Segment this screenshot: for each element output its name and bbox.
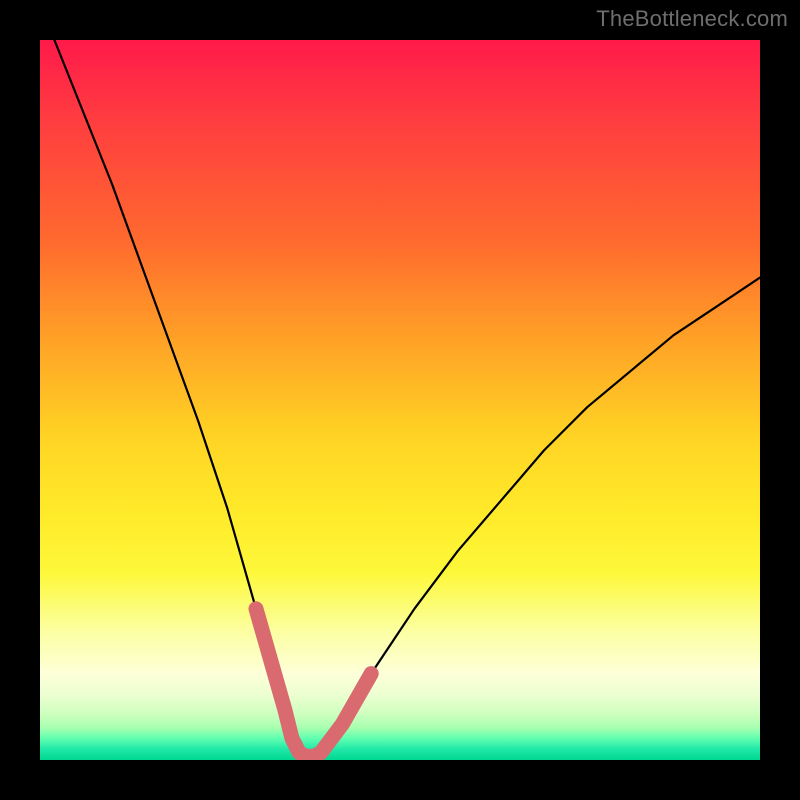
chart-frame: TheBottleneck.com — [0, 0, 800, 800]
curve-svg — [40, 40, 760, 760]
plot-area — [40, 40, 760, 760]
bottleneck-curve — [54, 40, 760, 756]
left-highlight-segment — [256, 609, 306, 757]
right-highlight-segment — [306, 674, 371, 757]
watermark-text: TheBottleneck.com — [596, 6, 788, 32]
